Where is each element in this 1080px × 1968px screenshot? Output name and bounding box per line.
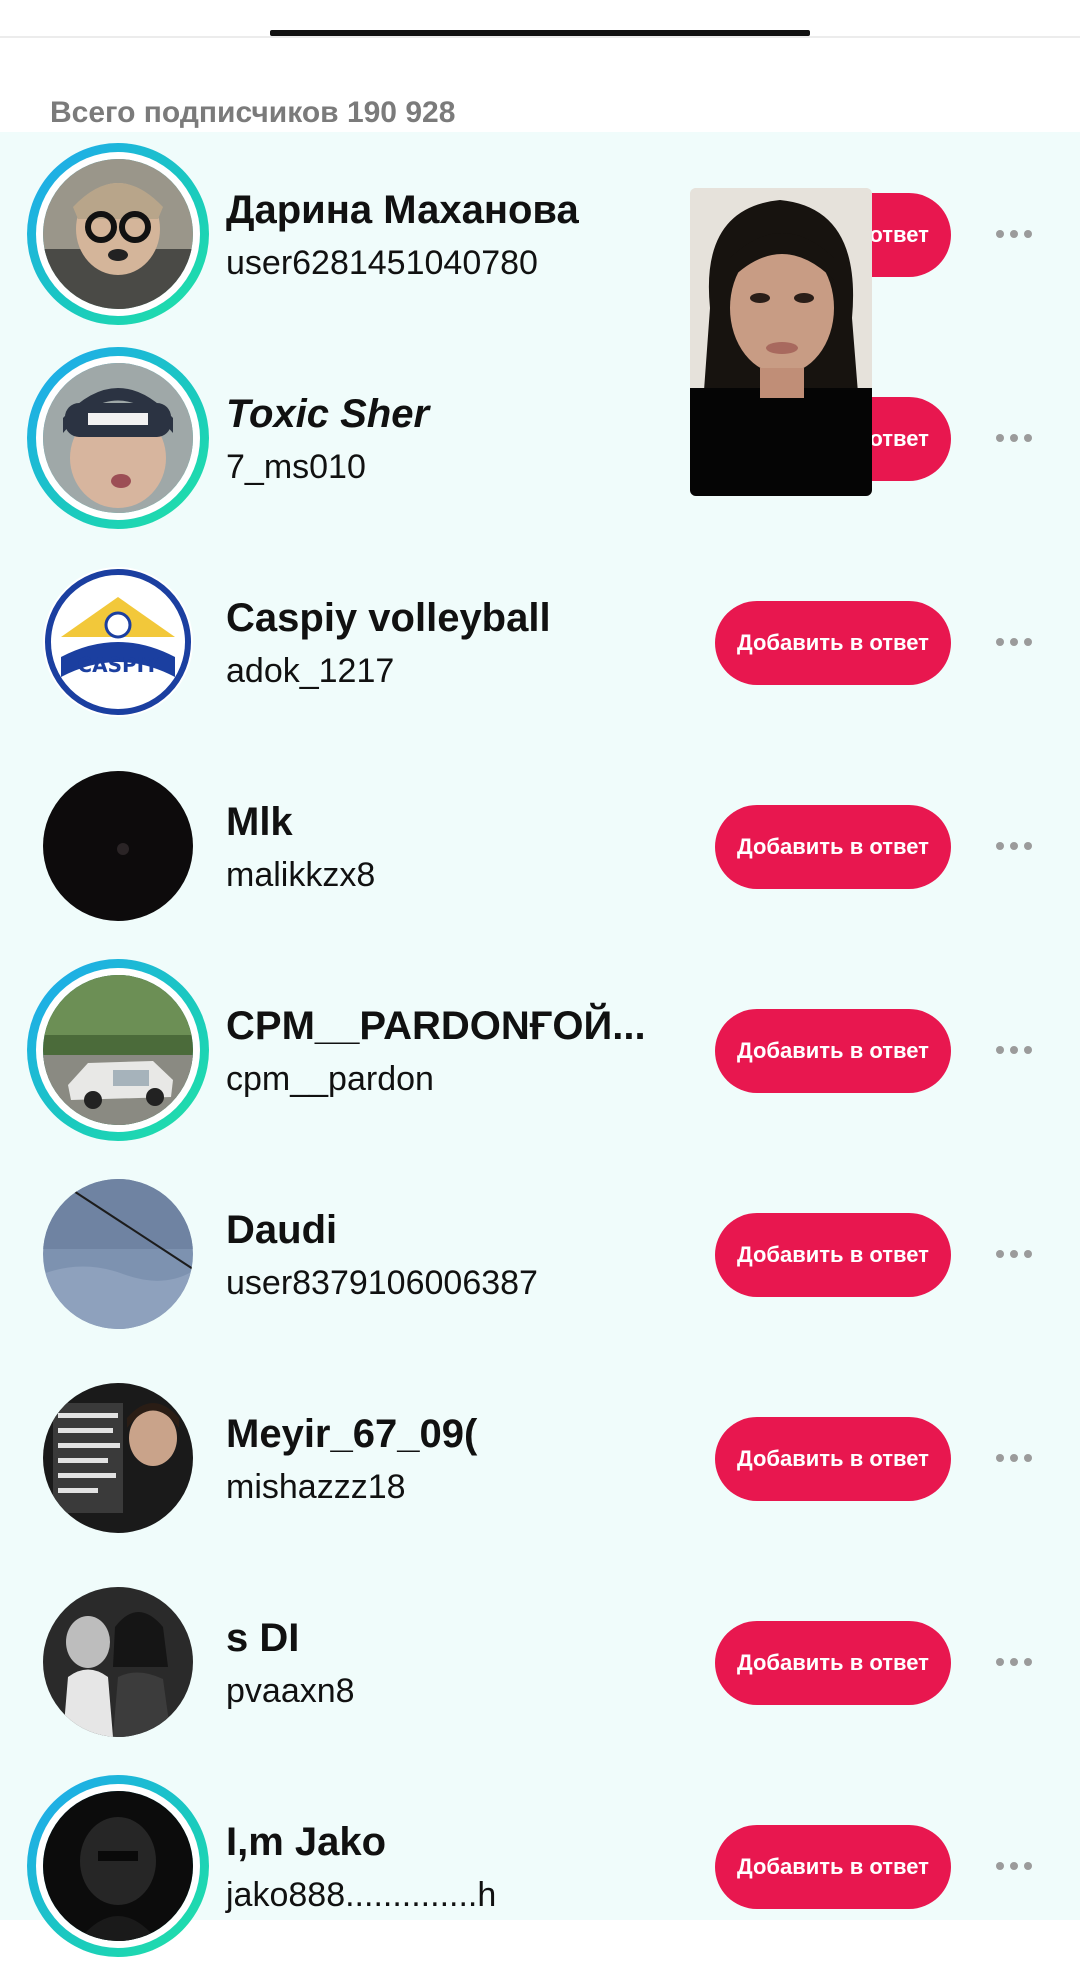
follower-nickname: Caspiy volleyball [226,596,551,640]
list-item[interactable]: Дарина Маханова user6281451040780 Добави… [0,132,1080,336]
add-to-reply-button[interactable]: Добавить в ответ [715,805,951,889]
add-to-reply-button[interactable]: Добавить в ответ [715,1417,951,1501]
svg-text:CASPIY: CASPIY [77,653,159,677]
more-options-icon[interactable] [990,210,1038,258]
more-options-icon[interactable] [990,1026,1038,1074]
follower-username: malikkzx8 [226,856,376,894]
active-tab-indicator [270,30,810,36]
follower-nickname: Дарина Маханова [226,188,579,232]
list-item[interactable]: Meyir_67_09( mishazzz18 Добавить в ответ [0,1356,1080,1560]
list-item[interactable]: Mlk malikkzx8 Добавить в ответ [0,744,1080,948]
follower-username: mishazzz18 [226,1468,406,1506]
avatar [43,1179,193,1329]
follower-nickname: s DI [226,1616,300,1660]
follower-nickname: Toxic Sher [226,392,430,436]
avatar: CASPIY [43,567,193,717]
follower-username: pvaaxn8 [226,1672,355,1710]
avatar-container[interactable]: CASPIY [27,551,209,733]
more-options-icon[interactable] [990,1230,1038,1278]
total-followers-label: Всего подписчиков 190 928 [50,96,456,129]
avatar-container[interactable] [27,1367,209,1549]
add-to-reply-button[interactable]: Добавить в ответ [715,601,951,685]
avatar [43,363,193,513]
avatar-story-ring[interactable] [27,143,209,325]
avatar-story-ring[interactable] [27,347,209,529]
list-item[interactable]: Daudi user8379106006387 Добавить в ответ [0,1152,1080,1356]
follower-nickname: Daudi [226,1208,338,1252]
avatar-story-ring[interactable] [27,1775,209,1957]
more-options-icon[interactable] [990,1638,1038,1686]
avatar [43,1587,193,1737]
avatar-container[interactable] [27,755,209,937]
avatar-container[interactable] [27,1163,209,1345]
list-item[interactable]: CPM__PARDONҒОЙ... cpm__pardon Добавить в… [0,948,1080,1152]
add-to-reply-button[interactable]: Добавить в ответ [715,1009,951,1093]
follower-username: adok_1217 [226,652,395,690]
avatar [43,975,193,1125]
more-options-icon[interactable] [990,1434,1038,1482]
list-item[interactable]: s DI pvaaxn8 Добавить в ответ [0,1560,1080,1764]
followers-list: Дарина Маханова user6281451040780 Добави… [0,132,1080,1957]
follower-nickname: Meyir_67_09( [226,1412,478,1456]
avatar-container[interactable] [27,1571,209,1753]
top-tab-bar [0,0,1080,38]
follower-nickname: CPM__PARDONҒОЙ... [226,1004,646,1048]
avatar [43,159,193,309]
avatar [43,1383,193,1533]
follower-nickname: Mlk [226,800,293,844]
floating-video-overlay[interactable] [690,188,872,496]
more-options-icon[interactable] [990,414,1038,462]
avatar [43,771,193,921]
follower-username: cpm__pardon [226,1060,434,1098]
list-item[interactable]: I,m Jako jako888..............h Добавить… [0,1764,1080,1968]
follower-nickname: I,m Jako [226,1820,387,1864]
more-options-icon[interactable] [990,822,1038,870]
add-to-reply-button[interactable]: Добавить в ответ [715,1213,951,1297]
add-to-reply-button[interactable]: Добавить в ответ [715,1621,951,1705]
list-item[interactable]: CASPIY Caspiy volleyball adok_1217 Добав… [0,540,1080,744]
follower-username: jako888..............h [226,1876,497,1914]
follower-username: user6281451040780 [226,244,538,282]
follower-username: 7_ms010 [226,448,366,486]
avatar [43,1791,193,1941]
more-options-icon[interactable] [990,1842,1038,1890]
avatar-story-ring[interactable] [27,959,209,1141]
add-to-reply-button[interactable]: Добавить в ответ [715,1825,951,1909]
more-options-icon[interactable] [990,618,1038,666]
list-item[interactable]: Toxic Sher 7_ms010 Добавить в ответ [0,336,1080,540]
follower-username: user8379106006387 [226,1264,538,1302]
